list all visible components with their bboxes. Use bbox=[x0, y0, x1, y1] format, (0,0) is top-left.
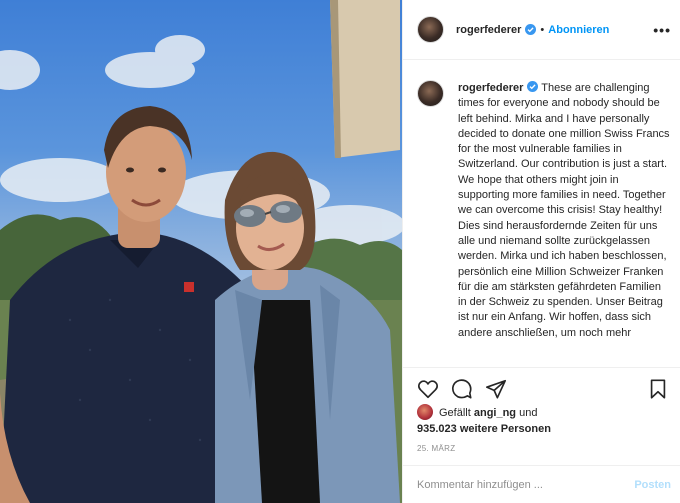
bookmark-icon[interactable] bbox=[647, 378, 669, 400]
verified-badge-icon bbox=[525, 24, 537, 35]
caption-text: These are challenging times for everyone… bbox=[458, 82, 670, 339]
caption: rogerfederer These are challenging times… bbox=[417, 77, 671, 367]
comment-input[interactable] bbox=[417, 478, 635, 491]
post-header: rogerfederer • Abonnieren ••• bbox=[403, 0, 680, 60]
caption-username[interactable]: rogerfederer bbox=[458, 82, 523, 94]
likes-prefix: Gefällt bbox=[439, 407, 471, 419]
more-options-icon[interactable]: ••• bbox=[653, 22, 671, 38]
action-bar bbox=[403, 367, 680, 407]
instagram-post: rogerfederer • Abonnieren ••• rogerfeder… bbox=[0, 0, 680, 503]
liker-username[interactable]: angi_ng bbox=[474, 407, 516, 419]
caption-text-block: rogerfederer These are challenging times… bbox=[458, 81, 670, 341]
avatar[interactable] bbox=[417, 16, 444, 43]
caption-avatar[interactable] bbox=[417, 80, 444, 107]
photo-illustration bbox=[0, 0, 402, 503]
header-username[interactable]: rogerfederer bbox=[456, 24, 521, 36]
follow-button[interactable]: Abonnieren bbox=[548, 24, 609, 36]
comment-bar: Posten bbox=[403, 465, 680, 503]
verified-badge-icon bbox=[527, 81, 539, 92]
likes-and: und bbox=[519, 407, 538, 419]
likes-count[interactable]: 935.023 weitere Personen bbox=[417, 423, 551, 435]
likes-summary: Gefällt angi_ng und 935.023 weitere Pers… bbox=[417, 404, 671, 437]
post-date[interactable]: 25. MÄRZ bbox=[417, 444, 455, 453]
post-sidebar: rogerfederer • Abonnieren ••• rogerfeder… bbox=[402, 0, 680, 503]
share-icon[interactable] bbox=[485, 378, 507, 400]
heart-icon[interactable] bbox=[417, 378, 439, 400]
post-photo[interactable] bbox=[0, 0, 402, 503]
post-comment-button[interactable]: Posten bbox=[634, 479, 671, 491]
comment-icon[interactable] bbox=[451, 378, 473, 400]
header-separator: • bbox=[540, 23, 545, 36]
liker-avatar[interactable] bbox=[417, 404, 433, 420]
